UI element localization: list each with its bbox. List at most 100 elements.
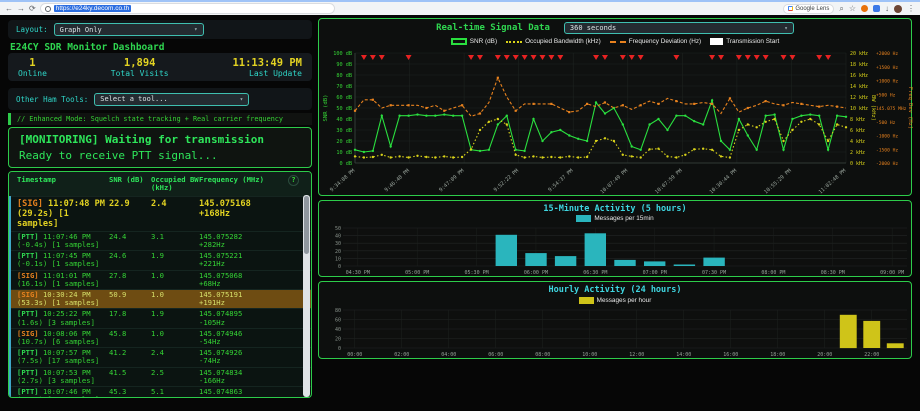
svg-text:12:00: 12:00	[629, 352, 644, 358]
svg-text:07:00 PM: 07:00 PM	[643, 270, 667, 276]
table-row[interactable]: [SIG] 10:30:24 PM(53.3s) [1 samples]50.9…	[11, 289, 311, 308]
svg-text:50: 50	[335, 226, 341, 232]
svg-text:10 kHz: 10 kHz	[850, 106, 868, 112]
svg-text:-1000 Hz: -1000 Hz	[876, 134, 898, 140]
svg-text:90 dB: 90 dB	[336, 62, 352, 68]
svg-text:-2000 Hz: -2000 Hz	[876, 161, 898, 167]
signal-table-body: [SIG] 11:07:48 PM(29.2s) [1 samples]22.9…	[9, 196, 311, 398]
activity-hourly-chart: 02040608000:0002:0004:0006:0008:0010:001…	[319, 307, 913, 359]
svg-text:+1500 Hz: +1500 Hz	[876, 65, 898, 71]
activity-hourly-legend: Messages per hour	[319, 297, 911, 304]
layout-select[interactable]: Graph Only ▾	[54, 23, 204, 36]
svg-text:04:30 PM: 04:30 PM	[346, 270, 370, 276]
svg-text:+500 Hz: +500 Hz	[876, 92, 896, 98]
svg-text:0 kHz: 0 kHz	[850, 161, 865, 167]
lens-icon	[788, 6, 793, 11]
signal-table-panel: Timestamp SNR (dB) Occupied BW (kHz) Fre…	[8, 171, 312, 398]
time-range-value: 360 seconds	[570, 24, 616, 32]
browser-chrome: ← → ⟳ https://e24ky.decom.co.th Google L…	[0, 0, 920, 15]
svg-text:40: 40	[335, 234, 341, 240]
svg-text:11:02:48 PM: 11:02:48 PM	[818, 168, 848, 195]
back-icon[interactable]: ←	[5, 5, 13, 13]
stat-total-visits: 1,894 Total Visits	[47, 57, 233, 78]
svg-text:20 dB: 20 dB	[336, 139, 352, 145]
table-row[interactable]: [SIG] 11:07:48 PM(29.2s) [1 samples]22.9…	[11, 196, 311, 231]
svg-text:10:00: 10:00	[582, 352, 597, 358]
page-title: E24CY SDR Monitor Dashboard	[10, 42, 164, 53]
svg-text:18:00: 18:00	[770, 352, 785, 358]
signal-chart-title: Real-time Signal Data	[436, 23, 550, 33]
legend-freq-dev: Frequency Deviation (Hz)	[610, 38, 701, 45]
table-row[interactable]: [SIG] 10:08:06 PM(10.7s) [6 samples]45.8…	[11, 328, 311, 347]
col-timestamp: Timestamp	[17, 176, 109, 193]
last-update-label: Last Update	[249, 69, 302, 78]
svg-text:0 dB: 0 dB	[340, 161, 353, 167]
address-bar[interactable]: https://e24ky.decom.co.th	[40, 3, 335, 14]
url-text[interactable]: https://e24ky.decom.co.th	[54, 5, 132, 12]
bookmark-star-icon[interactable]: ☆	[849, 5, 856, 13]
help-icon[interactable]: ?	[288, 175, 299, 186]
time-range-select[interactable]: 360 seconds ▾	[564, 22, 794, 34]
profile-avatar[interactable]	[894, 5, 902, 13]
extension-icon-orange[interactable]	[861, 5, 868, 12]
table-scrollbar[interactable]	[303, 195, 310, 397]
svg-text:9:46:48 PM: 9:46:48 PM	[384, 168, 411, 193]
layout-label: Layout:	[16, 25, 48, 34]
activity-15min-panel: 15-Minute Activity (5 hours) Messages pe…	[318, 200, 912, 277]
google-lens-button[interactable]: Google Lens	[783, 4, 834, 14]
activity-15min-legend: Messages per 15min	[319, 215, 911, 222]
signal-chart-legend: SNR (dB) Occupied Bandwidth (kHz) Freque…	[319, 38, 911, 45]
svg-text:05:30 PM: 05:30 PM	[465, 270, 489, 276]
activity-hourly-panel: Hourly Activity (24 hours) Messages per …	[318, 281, 912, 359]
svg-text:60: 60	[335, 318, 341, 324]
svg-text:10:07:49 PM: 10:07:49 PM	[600, 168, 630, 195]
svg-text:80: 80	[335, 308, 341, 314]
svg-text:08:00 PM: 08:00 PM	[761, 270, 785, 276]
refresh-icon[interactable]: ⟳	[29, 5, 36, 13]
svg-text:08:30 PM: 08:30 PM	[821, 270, 845, 276]
snr-swatch	[451, 38, 467, 45]
online-count: 1	[29, 57, 35, 69]
svg-text:SNR (dB): SNR (dB)	[323, 95, 329, 122]
enhanced-mode-note: // Enhanced Mode: Squelch state tracking…	[8, 113, 312, 125]
tx-swatch	[710, 38, 723, 45]
svg-text:6 kHz: 6 kHz	[850, 128, 865, 134]
svg-text:+2000 Hz: +2000 Hz	[876, 51, 898, 57]
svg-text:Freq Dev (Hz): Freq Dev (Hz)	[907, 87, 913, 129]
svg-text:09:00 PM: 09:00 PM	[880, 270, 904, 276]
svg-text:30 dB: 30 dB	[336, 128, 352, 134]
svg-text:22:00: 22:00	[864, 352, 879, 358]
search-icon[interactable]: ⌕	[839, 5, 843, 13]
svg-text:60 dB: 60 dB	[336, 95, 352, 101]
table-row[interactable]: [PTT] 11:07:45 PM(-0.1s) [1 samples]24.6…	[11, 250, 311, 269]
svg-text:70 dB: 70 dB	[336, 84, 352, 90]
download-icon[interactable]: ↓	[885, 5, 889, 13]
dev-swatch	[610, 41, 626, 43]
table-row[interactable]: [PTT] 10:07:57 PM(7.5s) [17 samples]41.2…	[11, 347, 311, 366]
table-row[interactable]: [PTT] 11:07:46 PM(-0.4s) [1 samples]24.4…	[11, 231, 311, 250]
svg-text:10: 10	[335, 256, 341, 262]
ham-tools-bar: Other Ham Tools: Select a tool... ▾	[8, 88, 312, 110]
svg-text:4 kHz: 4 kHz	[850, 139, 865, 145]
svg-text:18 kHz: 18 kHz	[850, 62, 868, 68]
table-row[interactable]: [PTT] 10:07:53 PM(2.7s) [3 samples]41.52…	[11, 367, 311, 386]
table-row[interactable]: [SIG] 11:01:01 PM(16.1s) [1 samples]27.8…	[11, 270, 311, 289]
site-info-icon[interactable]	[45, 6, 51, 12]
forward-icon[interactable]: →	[17, 5, 25, 13]
table-scrollbar-thumb[interactable]	[304, 196, 309, 254]
menu-kebab-icon[interactable]: ⋮	[907, 5, 915, 13]
ham-tools-select[interactable]: Select a tool... ▾	[94, 93, 249, 106]
extension-icon-blue[interactable]	[873, 5, 880, 12]
bar15-swatch	[576, 215, 591, 222]
table-row[interactable]: [PTT] 10:25:22 PM(1.6s) [3 samples]17.81…	[11, 308, 311, 327]
svg-text:06:00 PM: 06:00 PM	[524, 270, 548, 276]
table-row[interactable]: [PTT] 10:07:46 PM(5.6s) [11 samples]45.3…	[11, 386, 311, 398]
svg-text:9:47:09 PM: 9:47:09 PM	[438, 168, 465, 193]
svg-text:06:00: 06:00	[488, 352, 503, 358]
svg-text:0: 0	[338, 264, 341, 270]
svg-text:-500 Hz: -500 Hz	[876, 120, 896, 126]
layout-select-value: Graph Only	[60, 26, 102, 34]
svg-text:2 kHz: 2 kHz	[850, 150, 865, 156]
svg-text:50 dB: 50 dB	[336, 106, 352, 112]
monitoring-status: [MONITORING] Waiting for transmission	[19, 133, 301, 146]
